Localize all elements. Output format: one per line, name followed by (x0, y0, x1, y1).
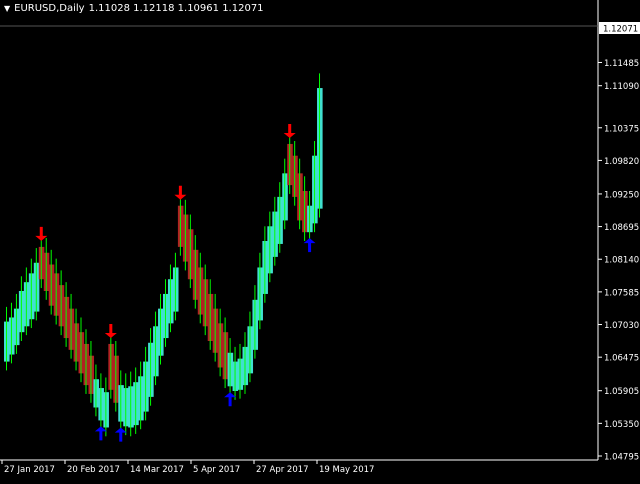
chart-window[interactable]: 1.11485 1.11090 1.10375 1.09820 1.09250 1.086… (0, 0, 640, 480)
price-tick-label: 1.05905 (604, 387, 639, 397)
sell-arrow-icon (35, 226, 48, 241)
ohlc-values: 1.11028 1.12118 1.10961 1.12071 (88, 3, 264, 14)
time-tick-label: 27 Apr 2017 (256, 465, 309, 475)
price-tick-label: 1.07030 (604, 321, 639, 331)
sell-arrow-icon (283, 123, 296, 138)
price-tick-label: 1.09250 (604, 190, 639, 200)
buy-arrow-icon (224, 392, 237, 407)
time-axis: 27 Jan 2017 20 Feb 2017 14 Mar 2017 5 Apr 2… (1, 460, 374, 475)
sell-arrow-icon (174, 185, 187, 200)
time-tick-label: 19 May 2017 (319, 465, 374, 475)
sell-arrow-icon (104, 323, 117, 338)
chart-header: ▼ EURUSD,Daily 1.11028 1.12118 1.10961 1… (4, 3, 264, 14)
buy-arrow-icon (114, 427, 127, 442)
price-axis: 1.11485 1.11090 1.10375 1.09820 1.09250 1.086… (598, 22, 640, 463)
price-tick-label: 1.05350 (604, 420, 639, 430)
price-tick-label: 1.08140 (604, 256, 639, 266)
buy-arrow-icon (303, 238, 316, 253)
current-price-label: 1.12071 (603, 25, 638, 35)
price-tick-label: 1.08695 (604, 223, 639, 233)
price-tick-label: 1.10375 (604, 124, 639, 134)
buy-arrow-icon (94, 426, 107, 441)
time-tick-label: 14 Mar 2017 (130, 465, 184, 475)
triangle-down-icon[interactable]: ▼ (4, 4, 10, 13)
price-tick-label: 1.09820 (604, 157, 639, 167)
time-tick-label: 27 Jan 2017 (4, 465, 55, 475)
price-tick-label: 1.11090 (604, 82, 639, 92)
time-tick-label: 5 Apr 2017 (193, 465, 240, 475)
price-tick-label: 1.06475 (604, 354, 639, 364)
symbol-label: EURUSD,Daily (14, 3, 85, 14)
price-tick-label: 1.07585 (604, 288, 639, 298)
time-tick-label: 20 Feb 2017 (67, 465, 120, 475)
price-tick-label: 1.11485 (604, 59, 639, 69)
price-tick-label: 1.04795 (604, 453, 639, 463)
price-chart[interactable]: 1.11485 1.11090 1.10375 1.09820 1.09250 1.086… (0, 0, 640, 480)
